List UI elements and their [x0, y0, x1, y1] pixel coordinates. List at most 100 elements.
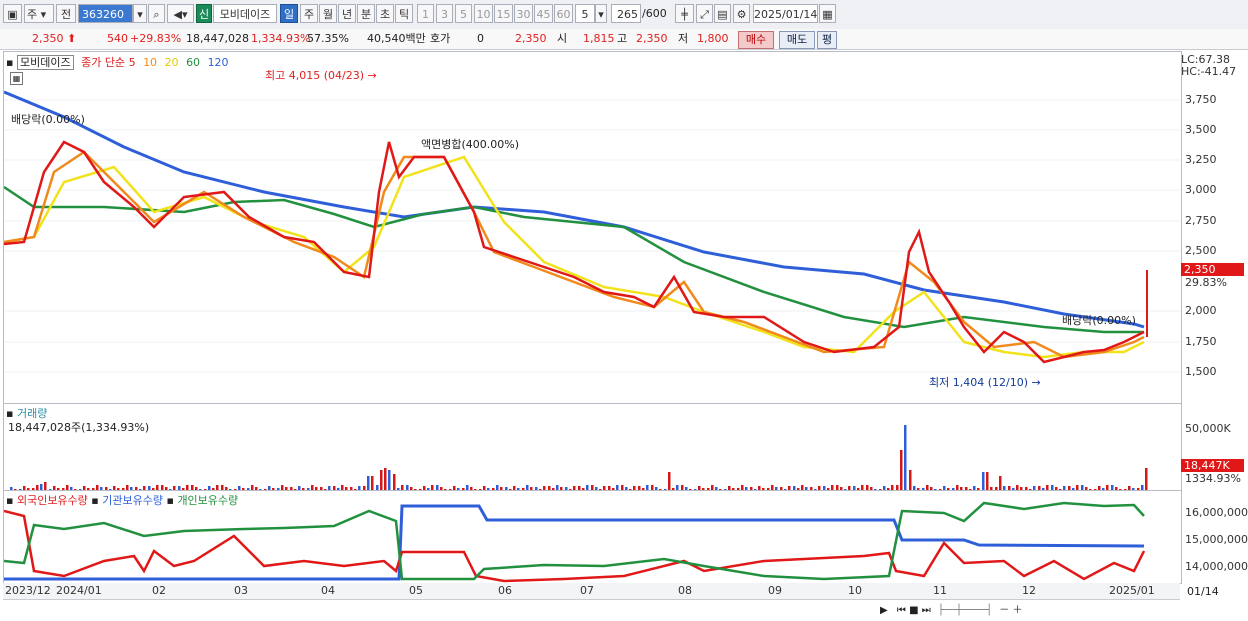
hc-label: HC:-41.47 — [1181, 65, 1237, 78]
dividend-annotation-2: 배당락(0.00%) — [1062, 314, 1136, 327]
interval-10[interactable]: 10 — [474, 4, 493, 23]
x-tick: 02 — [152, 584, 166, 597]
holdings-y-tick: 14,000,000 — [1185, 560, 1248, 573]
x-tick: 11 — [933, 584, 947, 597]
draw-icon[interactable]: ⤢ — [696, 4, 713, 23]
period-week-tab[interactable]: 주 — [300, 4, 318, 23]
volume-bar — [371, 476, 374, 490]
volume-bar — [44, 482, 47, 490]
period-day-tab[interactable]: 일 — [280, 4, 298, 23]
high-annotation-text: 최고 4,015 (04/23) — [265, 69, 365, 82]
holdings-panel[interactable]: ▪ 외국인보유수량 ▪ 기관보유수량 ▪ 개인보유수량 — [3, 490, 1182, 584]
market-type-value: 주 — [27, 8, 38, 21]
volume-pct: 1,334.93% — [251, 32, 311, 45]
up-arrow-icon: ⬆ — [67, 32, 77, 45]
volume-bar — [986, 472, 989, 490]
period-minute-tab[interactable]: 분 — [357, 4, 375, 23]
legend-individual: 개인보유수량 — [177, 494, 239, 507]
current-price: 2,350 — [32, 32, 64, 45]
interval-1[interactable]: 1 — [417, 4, 434, 23]
candle-icon[interactable]: ╪ — [675, 4, 694, 23]
low-annotation: 최저 1,404 (12/10) → — [929, 376, 1041, 389]
dividend-annotation-1: 배당락(0.00%) — [11, 113, 85, 126]
period-month-tab[interactable]: 월 — [319, 4, 337, 23]
y-tick: 1,750 — [1185, 335, 1217, 348]
period-tick-tab[interactable]: 틱 — [395, 4, 413, 23]
volume-panel[interactable]: ▪ 거래량 18,447,028주(1,334.93%) — [3, 403, 1182, 491]
price-chart-svg — [3, 90, 1181, 373]
period-second-tab[interactable]: 초 — [376, 4, 394, 23]
date-input[interactable]: 2025/01/14 — [753, 4, 818, 23]
search-icon[interactable]: ⌕ — [148, 4, 165, 23]
count-max: /600 — [642, 7, 667, 20]
grid-toggle-icon[interactable]: ▦ — [10, 72, 23, 85]
gear-icon[interactable]: ⚙ — [733, 4, 750, 23]
x-tick: 05 — [409, 584, 423, 597]
x-axis: 2023/12 2024/01 02 03 04 05 06 07 08 09 … — [3, 583, 1180, 600]
stock-name-field[interactable]: 모비데이즈 — [213, 4, 277, 23]
interval-5[interactable]: 5 — [455, 4, 472, 23]
volume-bar — [380, 470, 383, 490]
y-tick: 3,500 — [1185, 123, 1217, 136]
interval-45[interactable]: 45 — [534, 4, 553, 23]
buy-button[interactable]: 매수 — [738, 31, 774, 49]
hoga-value: 0 — [477, 32, 484, 45]
x-tick: 06 — [498, 584, 512, 597]
x-tick: 03 — [234, 584, 248, 597]
interval-30[interactable]: 30 — [514, 4, 533, 23]
zoom-out-icon[interactable]: － — [999, 605, 1009, 616]
price-chart-panel[interactable]: ▪ 모비데이즈 종가 단순 5 10 20 60 120 ▦ 최고 4,015 … — [3, 51, 1182, 404]
current-pct-tag: 29.83% — [1185, 276, 1227, 289]
prev-button[interactable]: 전 — [56, 4, 76, 23]
sell-button[interactable]: 매도 — [779, 31, 815, 49]
low-label: 저 — [678, 32, 689, 45]
scroll-right-icon[interactable]: ▶ — [880, 605, 888, 616]
zoom-in-icon[interactable]: ＋ — [1012, 605, 1022, 616]
chart-settings-icon[interactable]: ▣ — [3, 4, 22, 23]
stock-code-input[interactable]: 363260 — [78, 4, 133, 23]
high-label: 고 — [617, 32, 628, 45]
first-icon[interactable]: ⏮ — [897, 605, 906, 616]
interval-input[interactable]: 5 — [575, 4, 595, 23]
stop-icon[interactable]: ■ — [909, 605, 918, 616]
individual-line — [3, 501, 1145, 581]
x-tick: 12 — [1022, 584, 1036, 597]
market-type-select[interactable]: 주 ▾ — [24, 4, 54, 23]
ma10-line — [3, 150, 1145, 359]
volume-y-tick: 50,000K — [1185, 422, 1231, 435]
legend-prefix: 종가 단순 — [81, 56, 126, 69]
calendar-icon[interactable]: ▦ — [819, 4, 836, 23]
volume-bar — [388, 470, 391, 490]
interval-60[interactable]: 60 — [554, 4, 573, 23]
sound-icon[interactable]: ◀▾ — [167, 4, 194, 23]
save-icon[interactable]: ▤ — [714, 4, 731, 23]
legend-ma5: 5 — [128, 56, 136, 69]
chevron-down-icon[interactable]: ▾ — [133, 4, 147, 23]
chart-legend: ▪ 모비데이즈 종가 단순 5 10 20 60 120 — [6, 54, 229, 70]
x-tick: 2025/01 — [1109, 584, 1155, 597]
volume-bar — [384, 468, 387, 490]
interval-15[interactable]: 15 — [494, 4, 513, 23]
period-year-tab[interactable]: 년 — [338, 4, 356, 23]
volume-bar — [900, 450, 903, 490]
high-annotation: 최고 4,015 (04/23) → — [265, 69, 377, 82]
x-tick: 09 — [768, 584, 782, 597]
zoom-slider[interactable]: ├──┼────┤ — [938, 605, 992, 616]
last-icon[interactable]: ⏭ — [922, 605, 931, 616]
hoga-price: 2,350 — [515, 32, 547, 45]
interval-3[interactable]: 3 — [436, 4, 453, 23]
y-tick: 2,000 — [1185, 304, 1217, 317]
split-annotation: 액면병합(400.00%) — [421, 138, 520, 151]
volume-pct-tag: 1334.93% — [1185, 472, 1241, 485]
x-tick: 2024/01 — [56, 584, 102, 597]
chevron-down-icon[interactable]: ▾ — [595, 4, 607, 23]
low-price: 1,800 — [697, 32, 729, 45]
volume-bar — [668, 472, 671, 490]
volume-bars — [10, 425, 1148, 490]
volume-current-tag: 18,447K — [1181, 459, 1244, 472]
count-input[interactable]: 265 — [611, 4, 641, 23]
x-axis-last-date: 01/14 — [1187, 585, 1219, 598]
eval-button[interactable]: 평 — [817, 31, 837, 49]
y-tick: 2,500 — [1185, 244, 1217, 257]
panel-stock-name[interactable]: 모비데이즈 — [16, 55, 74, 70]
